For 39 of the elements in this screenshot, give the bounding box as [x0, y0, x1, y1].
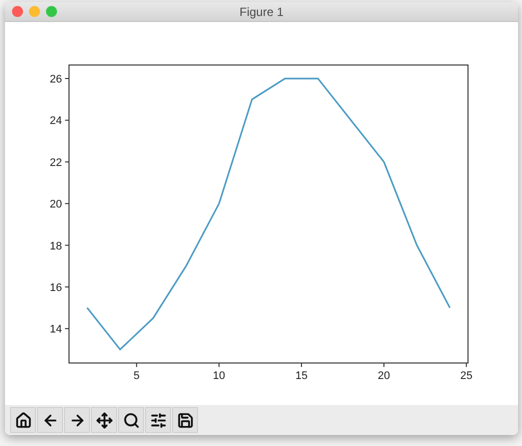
toolbar-button[interactable]	[118, 407, 144, 433]
toolbar-button[interactable]	[172, 407, 198, 433]
toolbar-button[interactable]	[64, 407, 90, 433]
tick-mark	[218, 362, 220, 368]
search-icon	[122, 412, 140, 428]
tick-mark	[64, 328, 70, 330]
tick-mark	[64, 203, 70, 204]
x-tick-label: 25	[460, 370, 472, 382]
x-tick-label: 15	[295, 370, 308, 382]
tick-mark	[64, 244, 70, 246]
forward-arrow-icon	[68, 412, 86, 428]
toolbar-button[interactable]	[145, 407, 171, 433]
move-icon	[96, 412, 112, 428]
sliders-icon	[150, 412, 166, 428]
tick-mark	[466, 362, 467, 368]
tick-mark	[64, 286, 70, 288]
y-tick-label: 26	[50, 74, 62, 86]
toolbar-button[interactable]	[37, 407, 63, 433]
tick-mark	[64, 78, 70, 80]
y-tick-label: 16	[50, 282, 62, 294]
y-tick-label: 20	[50, 198, 62, 211]
tick-mark	[64, 120, 70, 121]
toolbar-button[interactable]	[91, 407, 117, 433]
window-title: Figure 1	[239, 4, 284, 20]
tick-mark	[300, 362, 302, 368]
toolbar-button[interactable]	[10, 407, 36, 433]
tick-mark	[64, 161, 70, 162]
x-tick-label: 20	[378, 370, 390, 382]
y-tick-label: 24	[50, 115, 62, 128]
y-tick-label: 14	[50, 324, 62, 336]
back-arrow-icon	[42, 412, 58, 428]
y-tick-label: 22	[50, 156, 62, 169]
home-icon	[14, 412, 32, 428]
y-tick-label: 18	[50, 240, 62, 252]
tick-mark	[136, 362, 138, 368]
tick-mark	[383, 362, 384, 368]
x-tick-label: 5	[134, 370, 140, 382]
x-tick-label: 10	[212, 370, 226, 382]
save-icon	[176, 412, 194, 428]
